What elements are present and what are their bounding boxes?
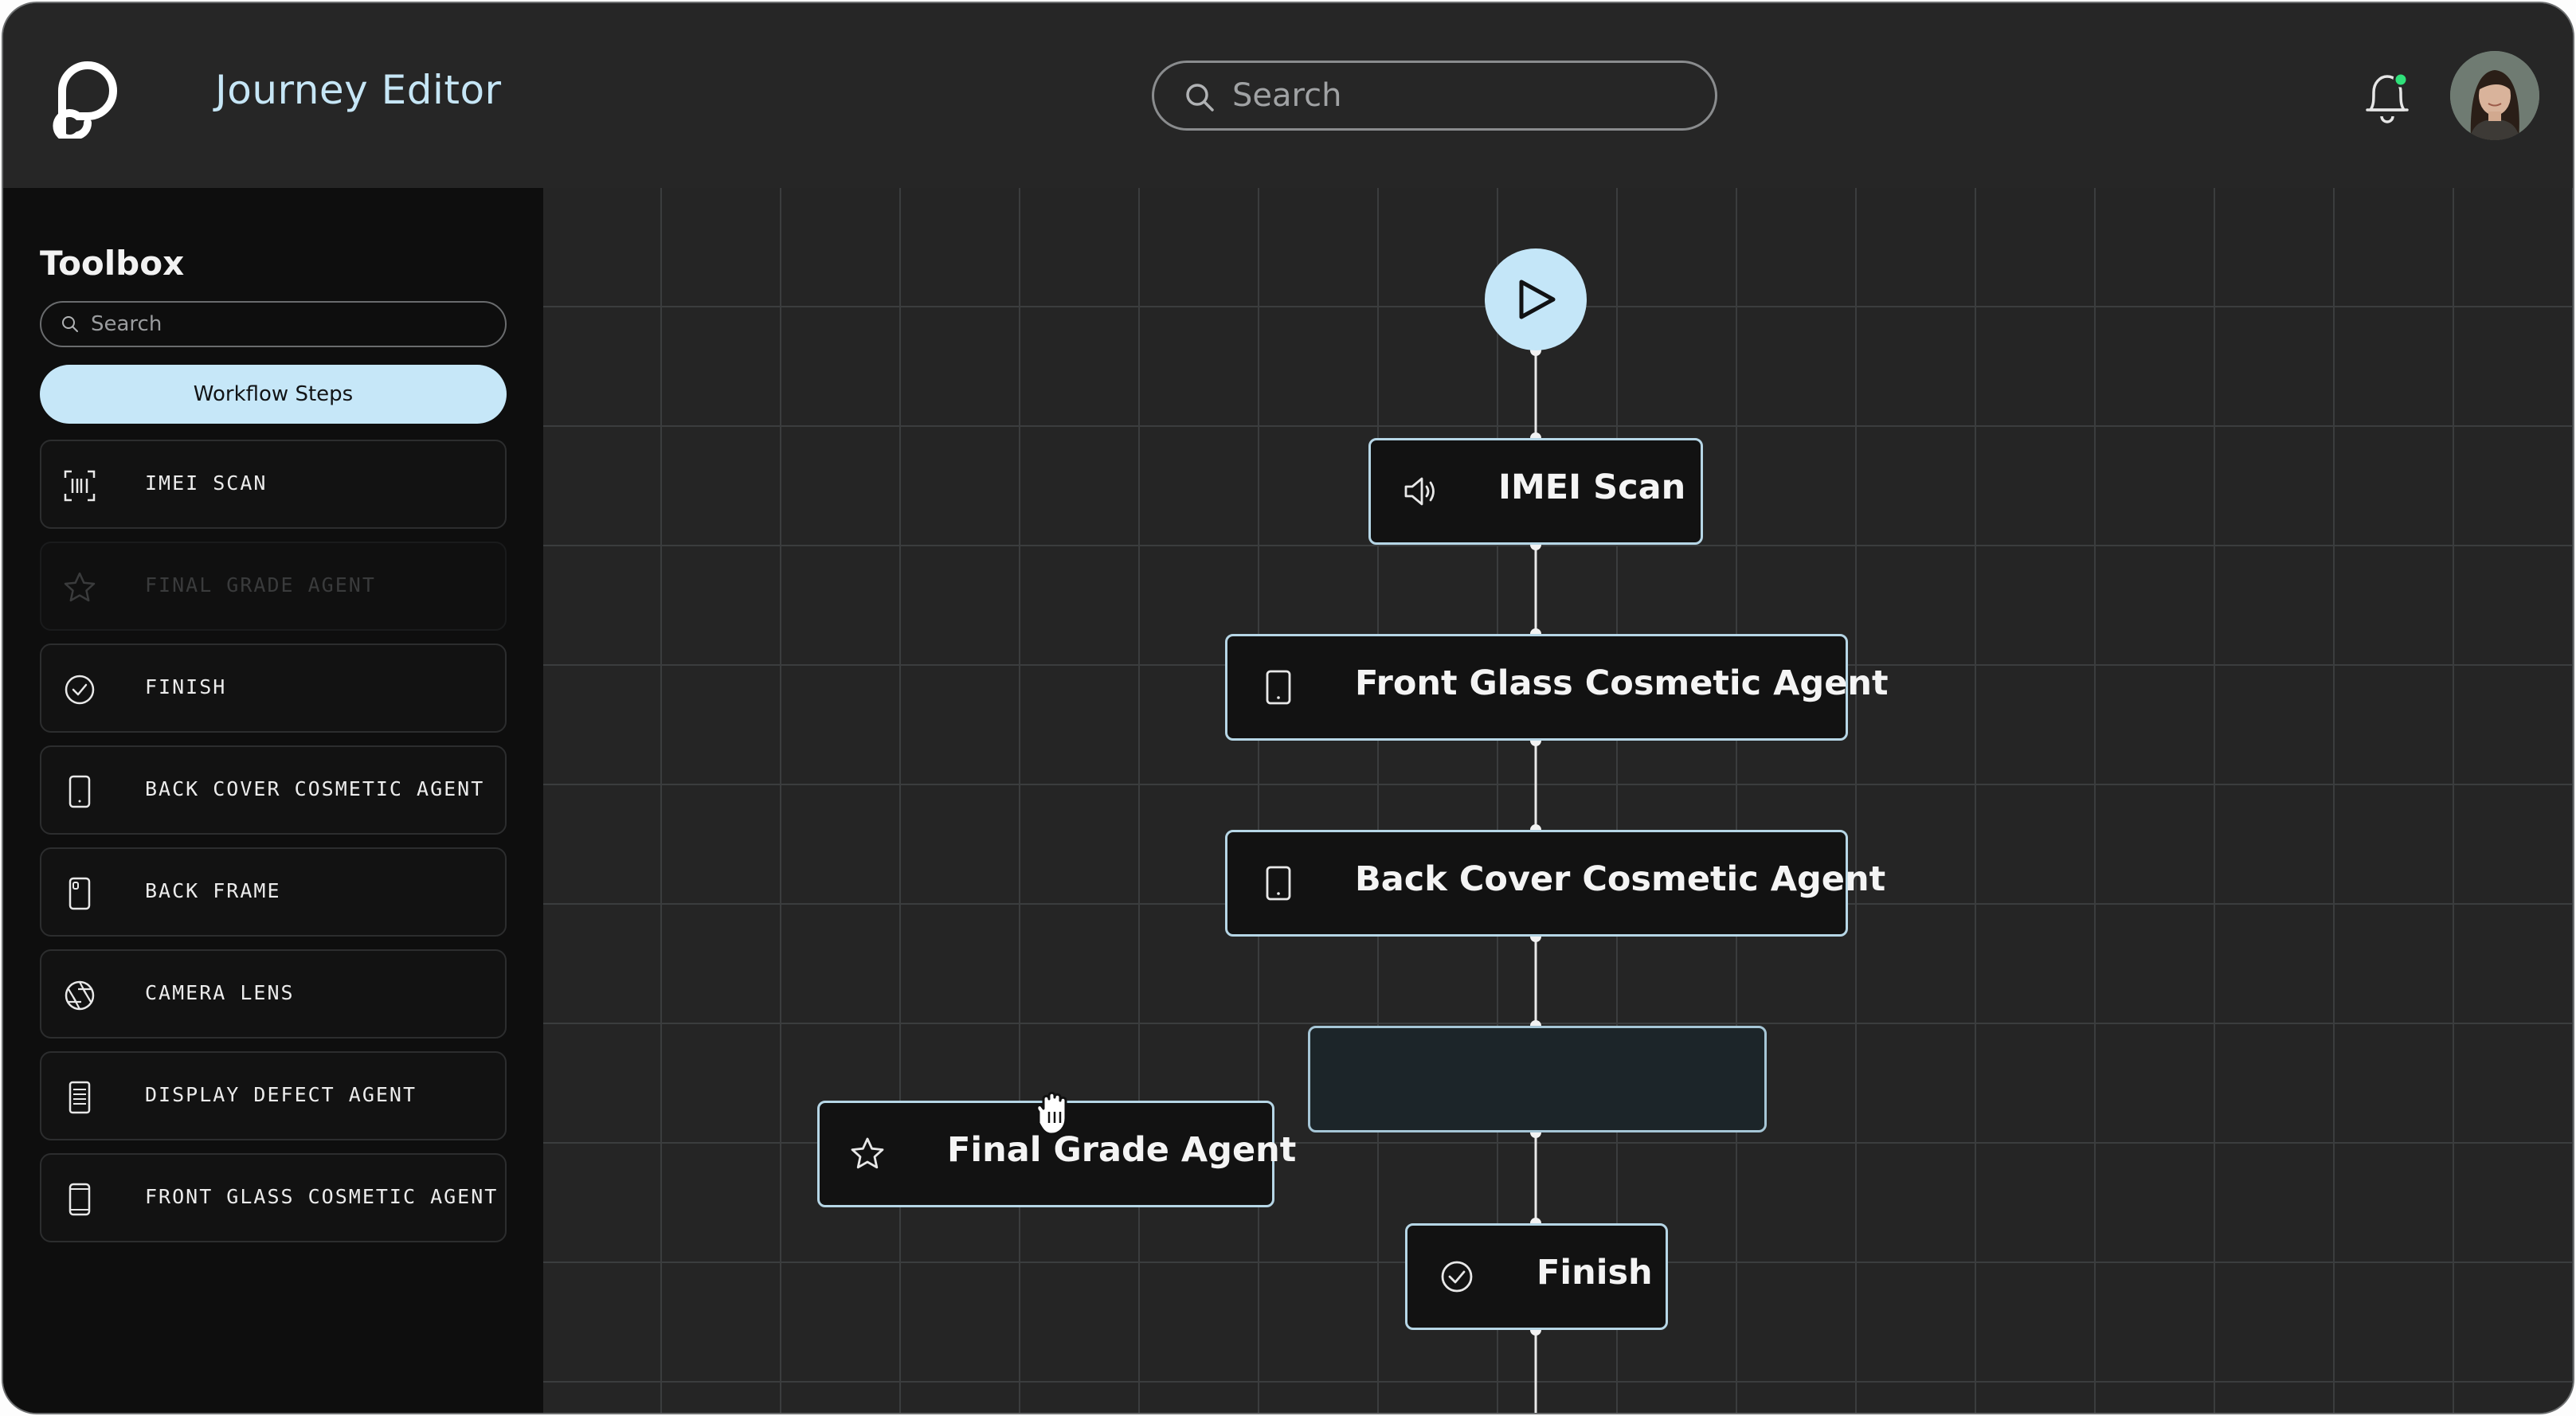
check-circle-icon xyxy=(65,675,95,705)
brand-logo-icon[interactable] xyxy=(51,54,124,139)
phone-icon xyxy=(69,775,91,808)
node-label: IMEI Scan xyxy=(1498,467,1686,507)
toolbox-item-label: DISPLAY DEFECT AGENT xyxy=(145,1083,417,1106)
display-icon xyxy=(69,1081,91,1114)
app-title: Journey Editor xyxy=(215,67,502,113)
phone-icon xyxy=(1266,670,1291,705)
toolbox-item-label: BACK COVER COSMETIC AGENT xyxy=(145,777,485,800)
journey-editor-window: Journey Editor Search Toolbox Search Wor… xyxy=(2,2,2574,1414)
aperture-icon xyxy=(65,980,95,1011)
node-imei-scan[interactable]: IMEI Scan xyxy=(1368,438,1703,545)
bell-icon[interactable] xyxy=(2361,68,2414,126)
phone-camera-icon xyxy=(69,877,91,910)
toolbox-item-label: CAMERA LENS xyxy=(145,981,295,1004)
phone-icon xyxy=(69,1183,91,1216)
node-back-cover-cosmetic-agent[interactable]: Back Cover Cosmetic Agent xyxy=(1225,830,1885,937)
barcode-icon xyxy=(64,470,96,502)
top-header: Journey Editor Search xyxy=(3,3,2573,190)
node-finish[interactable]: Finish xyxy=(1405,1223,1668,1330)
grab-hand-icon xyxy=(1035,1091,1067,1136)
user-avatar[interactable] xyxy=(2450,51,2539,140)
toolbox-title: Toolbox xyxy=(40,244,185,283)
toolbox-search-input[interactable]: Search xyxy=(40,301,507,347)
workflow-canvas[interactable]: IMEI Scan Front Glass Cosmetic Agent Bac… xyxy=(543,188,2573,1413)
speaker-icon xyxy=(1404,477,1435,506)
phone-icon xyxy=(1266,866,1291,901)
play-icon xyxy=(1519,280,1556,319)
search-placeholder: Search xyxy=(91,312,162,336)
toolbox-item-back-cover-cosmetic-agent[interactable]: BACK COVER COSMETIC AGENT xyxy=(40,745,507,835)
toolbox-item-display-defect-agent[interactable]: DISPLAY DEFECT AGENT xyxy=(40,1051,507,1140)
node-label: Final Grade Agent xyxy=(947,1130,1297,1170)
node-front-glass-cosmetic-agent[interactable]: Front Glass Cosmetic Agent xyxy=(1225,634,1889,741)
node-label: Back Cover Cosmetic Agent xyxy=(1355,859,1886,899)
toolbox-item-label: FRONT GLASS COSMETIC AGENT xyxy=(145,1185,499,1208)
check-circle-icon xyxy=(1441,1261,1473,1293)
notification-dot xyxy=(2393,72,2409,88)
toolbox-item-back-frame[interactable]: BACK FRAME xyxy=(40,847,507,937)
toolbox-item-label: BACK FRAME xyxy=(145,879,281,902)
toolbox-item-label: FINISH xyxy=(145,675,227,698)
toolbox-item-label: FINAL GRADE AGENT xyxy=(145,573,376,597)
star-icon xyxy=(851,1137,884,1169)
search-icon xyxy=(1186,84,1214,111)
toolbox-item-front-glass-cosmetic-agent[interactable]: FRONT GLASS COSMETIC AGENT xyxy=(40,1153,507,1242)
start-node[interactable] xyxy=(1485,248,1587,350)
node-label: Front Glass Cosmetic Agent xyxy=(1355,663,1889,703)
node-label: Finish xyxy=(1537,1253,1653,1293)
toolbox-item-final-grade-agent[interactable]: FINAL GRADE AGENT xyxy=(40,542,507,631)
drop-placeholder[interactable] xyxy=(1308,1026,1767,1132)
toolbox-item-imei-scan[interactable]: IMEI SCAN xyxy=(40,440,507,529)
tab-workflow-steps[interactable]: Workflow Steps xyxy=(40,365,507,424)
toolbox-item-finish[interactable]: FINISH xyxy=(40,643,507,733)
star-icon xyxy=(64,572,96,602)
toolbox-item-label: IMEI SCAN xyxy=(145,471,268,495)
search-icon xyxy=(62,316,78,332)
search-placeholder: Search xyxy=(1232,77,1342,114)
global-search-input[interactable]: Search xyxy=(1152,61,1717,131)
toolbox-panel: Toolbox Search Workflow Steps IMEI SCAN … xyxy=(3,188,546,1413)
toolbox-item-camera-lens[interactable]: CAMERA LENS xyxy=(40,949,507,1039)
